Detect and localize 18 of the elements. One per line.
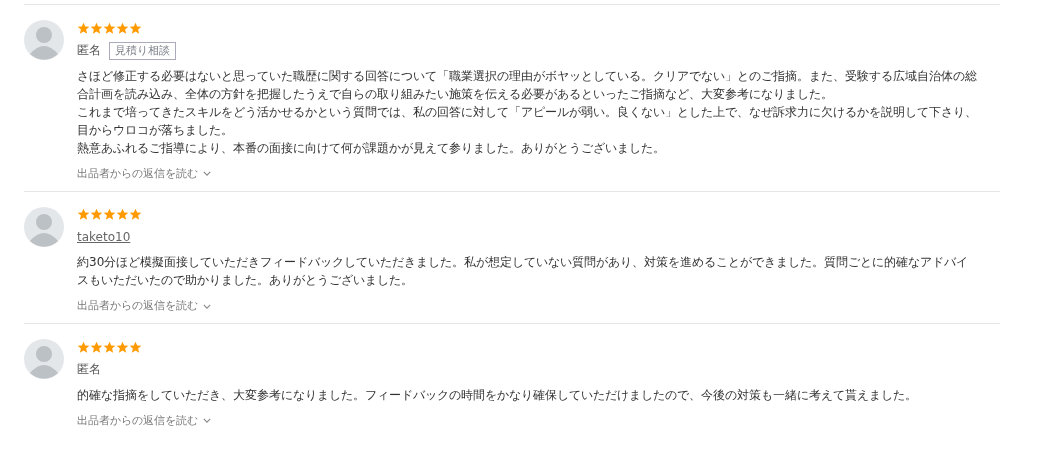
caret-icon	[203, 303, 211, 309]
avatar-icon	[24, 206, 64, 247]
author-name: 匿名	[77, 361, 101, 378]
avatar-icon	[24, 339, 64, 379]
review-paragraph: 約30分ほど模擬面接していただきフィードバックしていただきました。私が想定していない質問があり、対策を進めることができました。質問ごとに的確なアドバイスもいただいたので助かりました。ありがとうございました。	[77, 254, 970, 289]
review-paragraph: これまで培ってきたスキルをどう活かせるかという質問では、私の回答に対して「アピールが弱い。良くない」とした上で、なぜ訴求力に欠けるかを説明して下さり、目からウロコが落ちました。	[77, 103, 978, 139]
caret-icon	[203, 418, 211, 423]
author-link[interactable]: taketo10	[77, 230, 131, 244]
review-paragraph: 的確な指摘をしていただき、大変参考になりました。フィードバックの時間をかなり確保していただけましたので、今後の対策も一緒に考えて貰えました。	[77, 386, 918, 404]
read-reply-link[interactable]: 出品者からの返信を読む	[77, 165, 211, 182]
author-name: 匿名	[77, 42, 101, 59]
category-tag: 見積り相談	[109, 41, 176, 60]
caret-icon	[203, 171, 211, 176]
review-paragraph: 熱意あふれるご指導により、本番の面接に向けて何が課題かが見えて参りました。ありがとうございました。	[77, 139, 666, 157]
avatar-icon	[24, 20, 64, 60]
review-paragraph: さほど修正する必要はないと思っていた職歴に関する回答について「職業選択の理由がボヤッとしている。クリアでない」とのご指摘。また、受験する広域自治体の総合計画を読み込み、全体の方針を把握したうえで自らの取り組みたい施策を伝える必要があるといったご指摘など、大変参考になりました。	[77, 67, 978, 103]
read-reply-link[interactable]: 出品者からの返信を読む	[77, 298, 211, 314]
read-reply-link[interactable]: 出品者からの返信を読む	[77, 412, 211, 429]
